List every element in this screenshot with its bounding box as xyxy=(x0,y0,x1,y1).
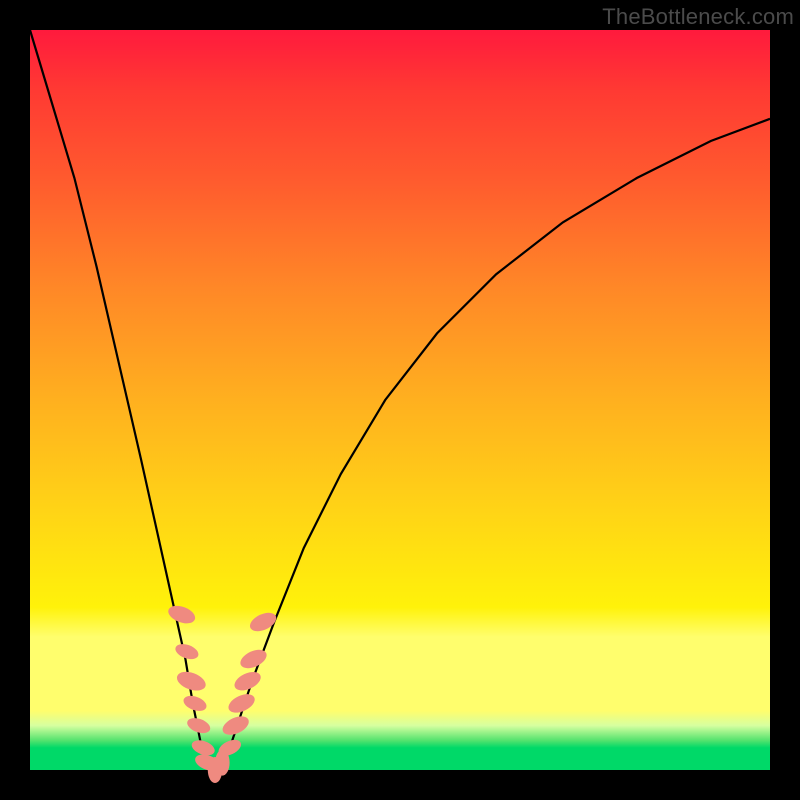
cluster-right-b xyxy=(220,713,252,739)
watermark-text: TheBottleneck.com xyxy=(602,4,794,30)
marker-group xyxy=(166,602,279,783)
plot-area xyxy=(30,30,770,770)
cluster-left-a xyxy=(173,641,200,662)
curve-layer xyxy=(30,30,770,770)
bottleneck-curve xyxy=(30,30,770,770)
cluster-left-upper xyxy=(166,602,198,626)
cluster-right-upper xyxy=(247,609,279,635)
outer-frame: TheBottleneck.com xyxy=(0,0,800,800)
cluster-right-d xyxy=(232,668,264,694)
